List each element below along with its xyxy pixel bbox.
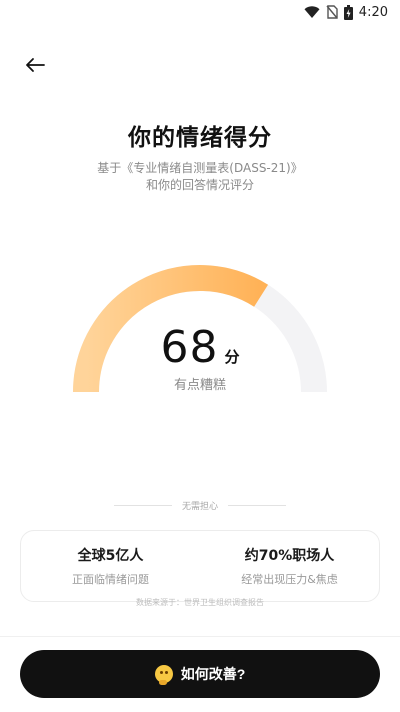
reassurance-divider: 无需担心 xyxy=(0,499,400,512)
subtitle-line-2: 和你的回答情况评分 xyxy=(145,178,254,192)
stat-desc: 经常出现压力&焦虑 xyxy=(241,573,338,586)
page-title: 你的情绪得分 xyxy=(128,125,272,151)
stat-title: 约70%职场人 xyxy=(244,548,335,564)
cta-label: 如何改善? xyxy=(180,666,246,682)
score-level: 有点糟糕 xyxy=(173,378,226,393)
divider-line-left xyxy=(113,505,172,506)
stat-global: 全球5亿人 正面临情绪问题 xyxy=(21,531,200,601)
stat-title: 全球5亿人 xyxy=(77,548,144,564)
thinking-face-icon xyxy=(154,665,173,685)
source-note: 数据来源于：世界卫生组织调查报告 xyxy=(136,598,264,607)
subtitle-line-1: 基于《专业情绪自测量表(DASS-21)》 xyxy=(97,161,303,175)
stats-card: 全球5亿人 正面临情绪问题 约70%职场人 经常出现压力&焦虑 xyxy=(20,530,380,602)
stat-workplace: 约70%职场人 经常出现压力&焦虑 xyxy=(200,531,379,601)
divider-text: 无需担心 xyxy=(181,502,218,512)
score-display: 68 分 xyxy=(0,322,400,373)
battery-charging-icon xyxy=(343,4,353,20)
no-sim-icon xyxy=(326,5,338,19)
score-unit: 分 xyxy=(224,348,240,366)
arrow-left-icon xyxy=(26,58,45,72)
status-time: 4:20 xyxy=(358,4,388,20)
page-subtitle: 基于《专业情绪自测量表(DASS-21)》 和你的回答情况评分 xyxy=(0,160,400,194)
divider-line-right xyxy=(228,505,286,506)
score-value: 68 xyxy=(160,322,219,373)
back-button[interactable] xyxy=(20,50,50,80)
bottom-divider xyxy=(0,636,400,637)
status-bar: 4:20 xyxy=(0,0,400,24)
stat-desc: 正面临情绪问题 xyxy=(72,573,149,586)
wifi-icon xyxy=(304,5,320,18)
how-to-improve-button[interactable]: 如何改善? xyxy=(20,650,380,698)
